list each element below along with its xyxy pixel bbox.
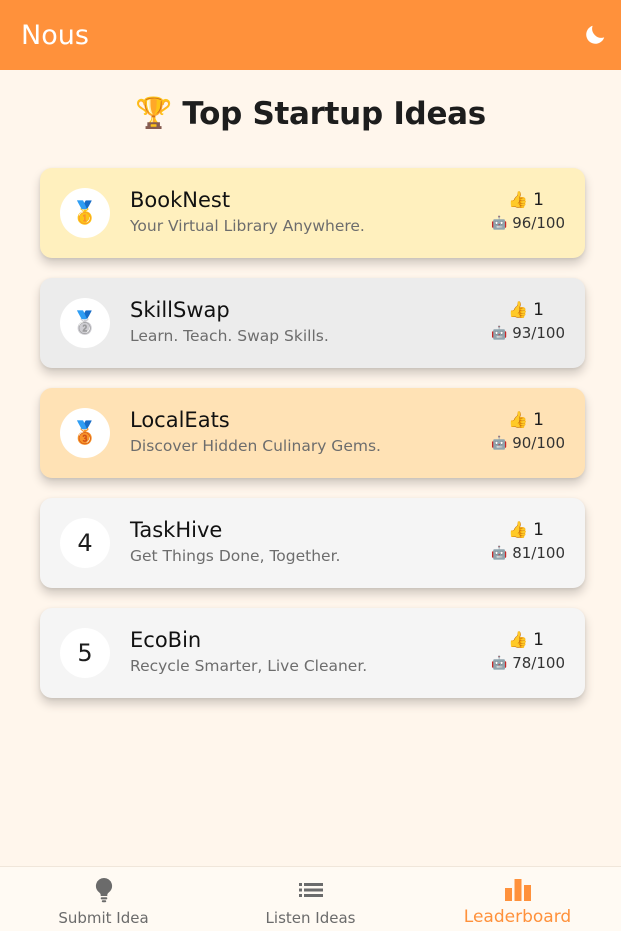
- ai-score-row: 🤖 90/100: [491, 434, 565, 452]
- ai-score-row: 🤖 78/100: [491, 654, 565, 672]
- robot-icon: 🤖: [491, 215, 508, 231]
- idea-stats: 👍 1 🤖 96/100: [491, 190, 565, 232]
- leaderboard-card-1[interactable]: 🥇 BookNest Your Virtual Library Anywhere…: [40, 168, 585, 258]
- nav-leaderboard[interactable]: Leaderboard: [414, 867, 621, 931]
- rank-number-badge: 5: [60, 628, 110, 678]
- gold-medal-icon: 🥇: [60, 188, 110, 238]
- idea-tagline: Get Things Done, Together.: [130, 547, 341, 565]
- idea-stats: 👍 1 🤖 78/100: [491, 630, 565, 672]
- likes-row: 👍 1: [508, 410, 544, 430]
- page-title: Top Startup Ideas: [182, 96, 486, 132]
- ai-score: 90/100: [512, 434, 565, 452]
- leaderboard-card-3[interactable]: 🥉 LocalEats Discover Hidden Culinary Gem…: [40, 388, 585, 478]
- thumbs-up-icon: 👍: [508, 190, 529, 209]
- leaderboard-card-5[interactable]: 5 EcoBin Recycle Smarter, Live Cleaner. …: [40, 608, 585, 698]
- idea-title: LocalEats: [130, 408, 230, 432]
- silver-medal-icon: 🥈: [60, 298, 110, 348]
- rank-number: 4: [77, 529, 93, 557]
- ai-score-row: 🤖 93/100: [491, 324, 565, 342]
- trophy-icon: 🏆: [135, 96, 173, 131]
- like-count: 1: [533, 630, 544, 650]
- idea-tagline: Your Virtual Library Anywhere.: [130, 217, 365, 235]
- app-root: Nous 🏆 Top Startup Ideas 🥇 BookNest Your…: [0, 0, 621, 931]
- ai-score: 96/100: [512, 214, 565, 232]
- ai-score: 81/100: [512, 544, 565, 562]
- likes-row: 👍 1: [508, 630, 544, 650]
- idea-title: SkillSwap: [130, 298, 230, 322]
- bar-chart-icon: [504, 877, 531, 903]
- bronze-medal-icon: 🥉: [60, 408, 110, 458]
- nav-label: Submit Idea: [58, 909, 149, 927]
- like-count: 1: [533, 190, 544, 210]
- idea-tagline: Recycle Smarter, Live Cleaner.: [130, 657, 368, 675]
- rank-number-badge: 4: [60, 518, 110, 568]
- rank-number: 5: [77, 639, 93, 667]
- robot-icon: 🤖: [491, 325, 508, 341]
- moon-icon: [586, 25, 605, 44]
- app-header: Nous: [0, 0, 621, 70]
- leaderboard-card-2[interactable]: 🥈 SkillSwap Learn. Teach. Swap Skills. 👍…: [40, 278, 585, 368]
- idea-tagline: Learn. Teach. Swap Skills.: [130, 327, 329, 345]
- idea-tagline: Discover Hidden Culinary Gems.: [130, 437, 381, 455]
- like-count: 1: [533, 520, 544, 540]
- nav-label: Leaderboard: [463, 907, 572, 927]
- nav-label: Listen Ideas: [265, 909, 356, 927]
- idea-title: TaskHive: [130, 518, 223, 542]
- idea-title: EcoBin: [130, 628, 202, 652]
- ai-score-row: 🤖 96/100: [491, 214, 565, 232]
- brand-title: Nous: [21, 19, 89, 51]
- lightbulb-icon: [91, 877, 117, 903]
- idea-stats: 👍 1 🤖 93/100: [491, 300, 565, 342]
- page-title-row: 🏆 Top Startup Ideas: [0, 92, 621, 136]
- thumbs-up-icon: 👍: [508, 300, 529, 319]
- likes-row: 👍 1: [508, 190, 544, 210]
- like-count: 1: [533, 410, 544, 430]
- nav-submit-idea[interactable]: Submit Idea: [0, 867, 207, 931]
- nav-listen-ideas[interactable]: Listen Ideas: [207, 867, 414, 931]
- leaderboard-card-4[interactable]: 4 TaskHive Get Things Done, Together. 👍 …: [40, 498, 585, 588]
- robot-icon: 🤖: [491, 655, 508, 671]
- ai-score: 78/100: [512, 654, 565, 672]
- idea-stats: 👍 1 🤖 90/100: [491, 410, 565, 452]
- thumbs-up-icon: 👍: [508, 410, 529, 429]
- bottom-nav: Submit Idea Listen Ideas Leaderboard: [0, 866, 621, 931]
- ai-score-row: 🤖 81/100: [491, 544, 565, 562]
- idea-stats: 👍 1 🤖 81/100: [491, 520, 565, 562]
- robot-icon: 🤖: [491, 435, 508, 451]
- theme-toggle-button[interactable]: [579, 19, 611, 51]
- like-count: 1: [533, 300, 544, 320]
- ai-score: 93/100: [512, 324, 565, 342]
- likes-row: 👍 1: [508, 300, 544, 320]
- thumbs-up-icon: 👍: [508, 630, 529, 649]
- thumbs-up-icon: 👍: [508, 520, 529, 539]
- list-icon: [298, 877, 324, 903]
- idea-title: BookNest: [130, 188, 231, 212]
- likes-row: 👍 1: [508, 520, 544, 540]
- robot-icon: 🤖: [491, 545, 508, 561]
